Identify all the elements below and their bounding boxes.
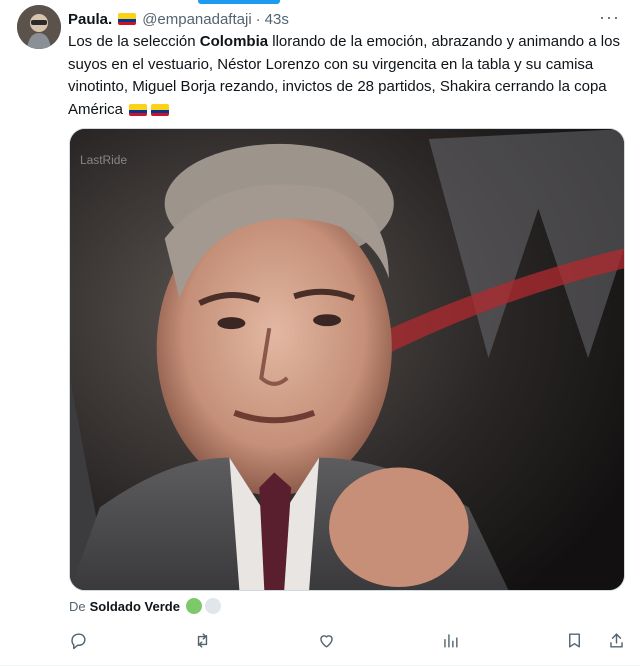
action-bar <box>66 628 628 652</box>
avatar[interactable] <box>17 5 61 49</box>
more-dots-icon[interactable]: ··· <box>599 8 620 26</box>
source-name[interactable]: Soldado Verde <box>90 599 180 614</box>
colombia-flag-icon <box>151 103 170 116</box>
repost-button[interactable] <box>190 628 214 652</box>
tweet-header: Paula. @empanadaftaji · 43s ··· <box>68 8 620 30</box>
tweet-text-bold: Colombia <box>199 33 269 50</box>
bookmark-button[interactable] <box>562 628 586 652</box>
top-accent-bar <box>198 0 280 4</box>
colombia-flag-icon <box>118 13 137 25</box>
video-gif-thumbnail: LastRide <box>70 129 624 590</box>
views-button[interactable] <box>438 628 462 652</box>
tweet-media[interactable]: LastRide <box>69 128 625 591</box>
share-icon <box>609 632 623 648</box>
reply-icon <box>70 632 85 649</box>
source-prefix: De <box>69 598 86 614</box>
media-source: De Soldado Verde <box>69 597 221 615</box>
bookmark-icon <box>568 632 580 648</box>
avatar-image <box>17 5 61 49</box>
separator-dot: · <box>255 10 261 28</box>
reply-button[interactable] <box>66 628 90 652</box>
views-icon <box>443 633 458 648</box>
colombia-flag-icon <box>129 103 148 116</box>
author-handle[interactable]: @empanadaftaji <box>142 11 251 28</box>
author-name[interactable]: Paula. <box>68 11 112 28</box>
media-watermark: LastRide <box>80 153 127 167</box>
tweet-timestamp[interactable]: 43s <box>265 11 289 28</box>
green-circle-icon <box>185 598 202 614</box>
share-button[interactable] <box>604 628 628 652</box>
like-icon <box>319 634 333 648</box>
tweet-text-part1: Los de la selección <box>68 33 200 50</box>
action-group-right <box>562 628 628 652</box>
like-button[interactable] <box>314 628 338 652</box>
tweet-text: Los de la selección Colombia llorando de… <box>68 31 624 121</box>
repost-icon <box>197 632 207 648</box>
white-circle-icon <box>204 598 221 614</box>
